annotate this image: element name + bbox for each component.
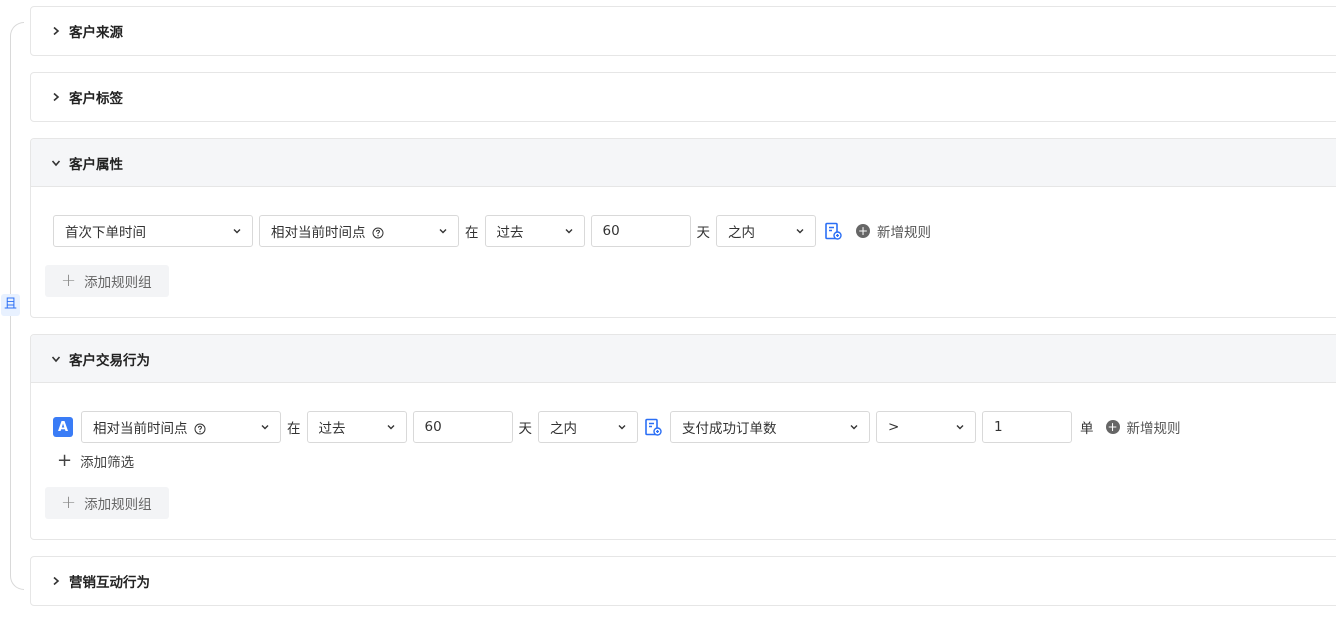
metric-select[interactable]: 支付成功订单数	[670, 411, 870, 443]
in-label: 在	[465, 225, 479, 241]
and-toggle[interactable]: 且	[1, 294, 20, 316]
chevron-down-icon	[49, 352, 63, 366]
plus-icon: +	[61, 270, 77, 291]
chevron-right-icon	[49, 24, 63, 38]
unit-label: 天	[696, 225, 711, 241]
help-icon[interactable]	[194, 423, 206, 435]
chevron-down-icon	[386, 422, 396, 432]
plus-icon: +	[57, 450, 73, 471]
panel-header[interactable]: 客户交易行为	[31, 335, 1336, 383]
panel-header[interactable]: 营销互动行为	[31, 557, 1336, 605]
unit-label: 天	[518, 421, 533, 437]
rule-row: A 相对当前时间点 在 过去 60 天 之内 支付成功订单数 > 1 单 + 新…	[53, 411, 1181, 443]
add-rule-label: 新增规则	[877, 225, 931, 241]
add-rule-button[interactable]: + 新增规则	[1105, 417, 1181, 437]
select-value: 过去	[318, 421, 346, 437]
add-filter-button[interactable]: + 添加筛选	[57, 450, 135, 472]
range-select[interactable]: 之内	[538, 411, 638, 443]
select-value: >	[888, 419, 900, 435]
amount-input[interactable]: 60	[590, 215, 691, 247]
select-value: 之内	[728, 225, 755, 241]
panel-title: 营销互动行为	[69, 575, 150, 591]
select-value-text: 相对当前时间点	[93, 421, 188, 437]
time-mode-select[interactable]: 相对当前时间点	[81, 411, 281, 443]
plus-circle-icon: +	[1105, 420, 1120, 434]
operator-select[interactable]: >	[876, 411, 976, 443]
select-value-text: 相对当前时间点	[271, 225, 366, 241]
select-value: 过去	[496, 225, 524, 241]
plus-circle-icon: +	[856, 224, 870, 238]
plus-icon: +	[61, 492, 77, 513]
chevron-down-icon	[260, 422, 270, 432]
chevron-down-icon	[564, 226, 574, 236]
select-value: 相对当前时间点	[93, 417, 260, 437]
select-value: 相对当前时间点	[271, 221, 438, 241]
panel-title: 客户交易行为	[69, 352, 150, 369]
period-select[interactable]: 过去	[306, 411, 407, 443]
rule-row: 首次下单时间 相对当前时间点 在 过去 60 天 之内 + 新增规则	[53, 215, 931, 247]
panel-header[interactable]: 客户属性	[31, 139, 1336, 187]
panel-title: 客户属性	[69, 156, 123, 173]
chevron-right-icon	[49, 90, 63, 104]
panel-header[interactable]: 客户标签	[31, 73, 1336, 121]
panel-marketing-interaction: 营销互动行为	[30, 556, 1336, 606]
chevron-down-icon	[617, 422, 627, 432]
select-value: 支付成功订单数	[682, 421, 777, 437]
filter-settings-icon[interactable]	[644, 418, 662, 436]
amount-input[interactable]: 60	[412, 411, 513, 443]
panel-customer-trade: 客户交易行为 A 相对当前时间点 在 过去 60 天 之内 支付成功订单数 > …	[30, 334, 1336, 540]
range-select[interactable]: 之内	[716, 215, 816, 247]
filter-settings-icon[interactable]	[824, 222, 842, 240]
panel-title: 客户来源	[69, 25, 123, 41]
help-icon[interactable]	[372, 227, 384, 239]
chevron-down-icon	[49, 156, 63, 170]
panel-title: 客户标签	[69, 91, 123, 107]
add-rule-group-button[interactable]: + 添加规则组	[45, 487, 169, 519]
value-unit-label: 单	[1080, 421, 1094, 437]
period-select[interactable]: 过去	[484, 215, 585, 247]
value-input[interactable]: 1	[982, 411, 1072, 443]
rule-badge: A	[53, 417, 73, 437]
select-value: 之内	[550, 421, 577, 437]
chevron-down-icon	[795, 226, 805, 236]
add-rule-group-button[interactable]: + 添加规则组	[45, 265, 169, 297]
panel-header[interactable]: 客户来源	[31, 7, 1336, 55]
chevron-down-icon	[849, 422, 859, 432]
chevron-down-icon	[438, 226, 448, 236]
chevron-down-icon	[232, 226, 242, 236]
add-group-label: 添加规则组	[84, 497, 152, 513]
add-rule-button[interactable]: + 新增规则	[856, 221, 931, 241]
add-filter-label: 添加筛选	[80, 455, 135, 471]
panel-customer-attributes: 客户属性 首次下单时间 相对当前时间点 在 过去 60 天 之内 + 新增规则 …	[30, 138, 1336, 318]
add-rule-label: 新增规则	[1126, 421, 1181, 437]
panel-customer-tags: 客户标签	[30, 72, 1336, 122]
time-mode-select[interactable]: 相对当前时间点	[259, 215, 459, 247]
panel-customer-source: 客户来源	[30, 6, 1336, 56]
select-value: 首次下单时间	[65, 225, 146, 241]
chevron-right-icon	[49, 574, 63, 588]
in-label: 在	[287, 421, 301, 437]
chevron-down-icon	[955, 422, 965, 432]
add-group-label: 添加规则组	[84, 275, 152, 291]
field-select[interactable]: 首次下单时间	[53, 215, 253, 247]
